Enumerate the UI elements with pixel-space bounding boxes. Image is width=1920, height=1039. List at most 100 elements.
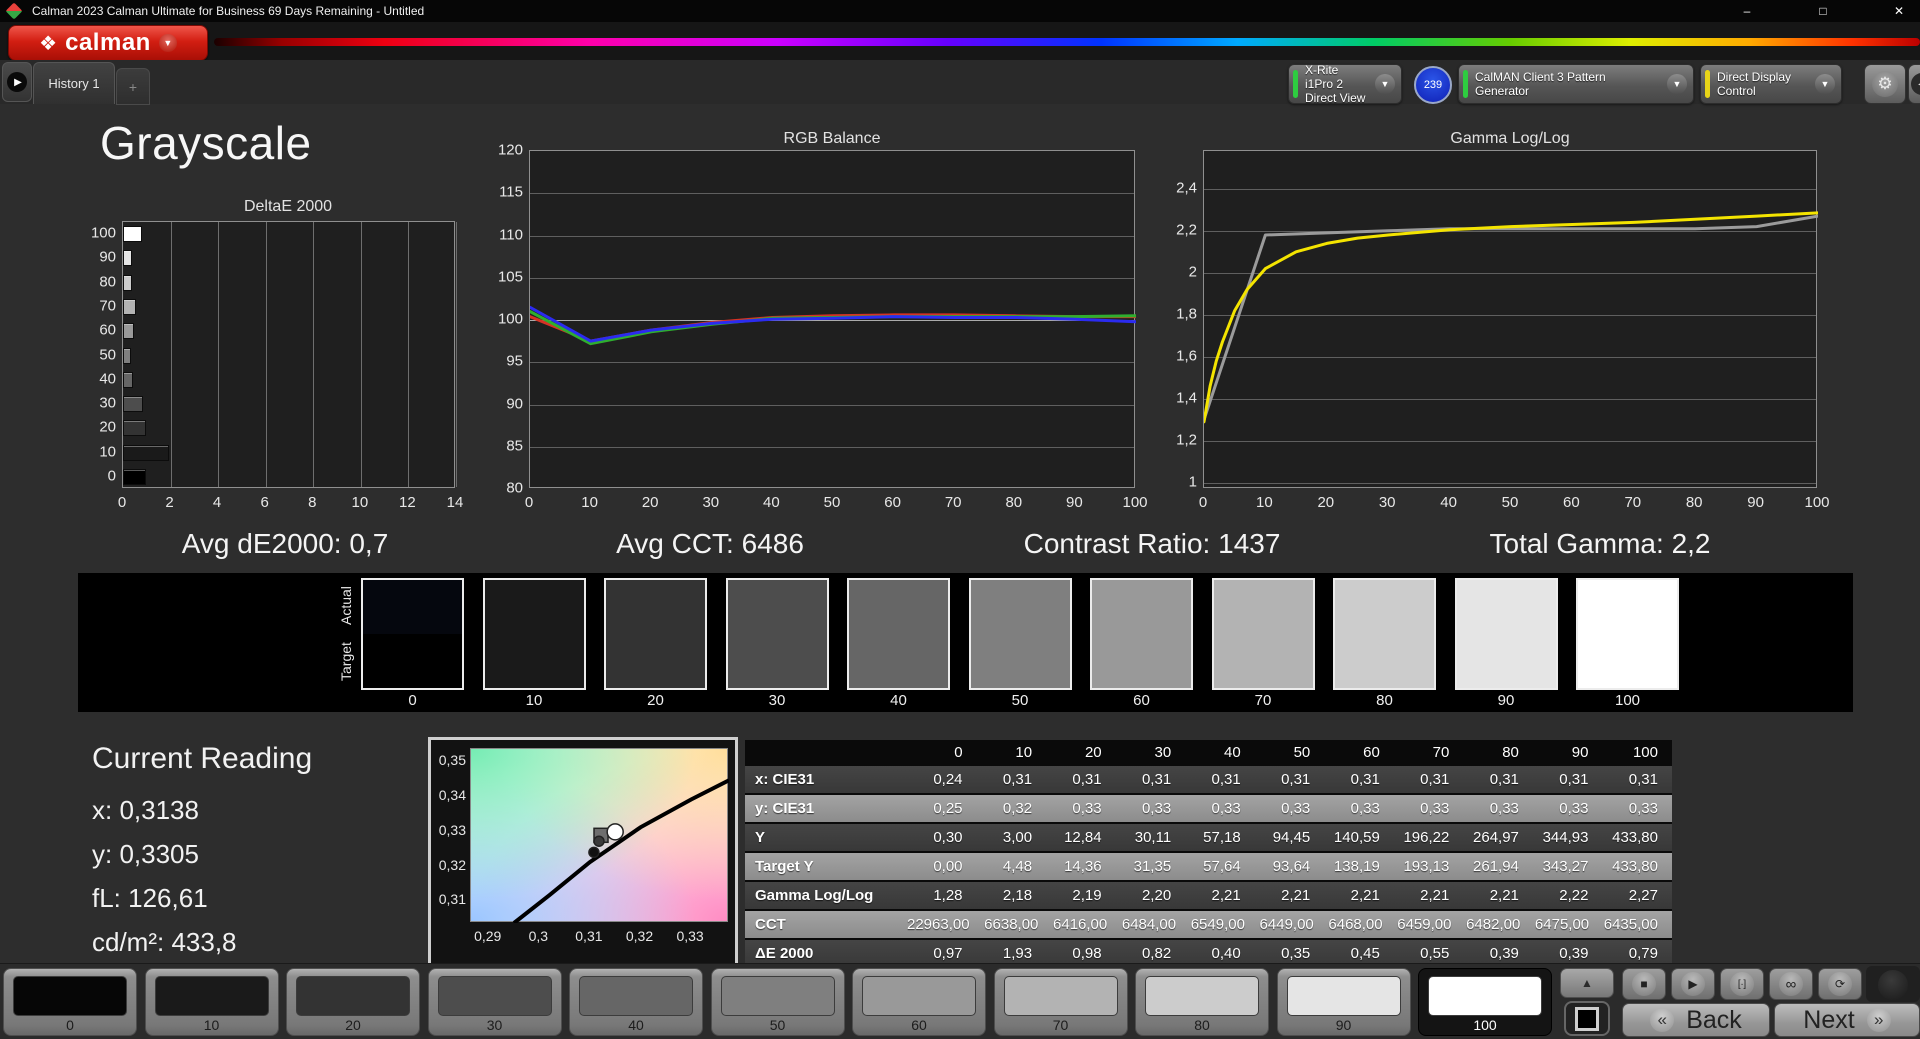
pattern-tile-label: 50 bbox=[769, 1017, 786, 1033]
summary-stat-0: Avg dE2000: 0,7 bbox=[181, 528, 389, 559]
continuous-measure-icon: ∞ bbox=[1779, 972, 1803, 996]
gamma-plot-x-tick-label: 40 bbox=[1440, 494, 1457, 511]
gridline bbox=[218, 222, 220, 487]
table-cell: 6549,00 bbox=[1190, 916, 1245, 933]
deltae-tick-label: 30 bbox=[99, 394, 116, 412]
pattern-generator-dropdown[interactable]: CalMAN Client 3 Pattern Generator ▼ bbox=[1458, 64, 1694, 104]
swatch-level-label: 70 bbox=[1254, 692, 1272, 709]
layout-expand-button[interactable]: ▶ bbox=[2, 62, 32, 102]
refresh-button[interactable]: ⟳ bbox=[1818, 968, 1862, 1000]
deltae-tick-label: 40 bbox=[99, 370, 116, 388]
rgb-plot-y-tick-label: 80 bbox=[506, 479, 523, 497]
display-control-name: Direct Display Control bbox=[1717, 70, 1792, 98]
swatch-target bbox=[484, 634, 584, 688]
table-cell: 0,82 bbox=[1141, 945, 1172, 962]
continuous-measure-button[interactable]: ∞ bbox=[1769, 968, 1813, 1000]
record-icon bbox=[1878, 970, 1908, 1000]
logo-row: ❖ calman ▼ bbox=[0, 22, 1920, 61]
titlebar: Calman 2023 Calman Ultimate for Business… bbox=[0, 0, 1920, 22]
gamma-plot-y-tick-label: 2 bbox=[1188, 263, 1197, 281]
table-cell: 2,21 bbox=[1420, 887, 1450, 904]
deltae-bar-70 bbox=[123, 299, 137, 315]
pattern-tile-20[interactable]: 20 bbox=[286, 968, 420, 1036]
gamma-plot-y-tick-label: 1,6 bbox=[1176, 347, 1197, 365]
next-button[interactable]: Next » bbox=[1774, 1003, 1920, 1037]
settings-button[interactable]: ⚙ bbox=[1864, 64, 1906, 104]
pattern-tile-label: 0 bbox=[66, 1017, 74, 1033]
grayscale-swatch-90 bbox=[1454, 578, 1558, 690]
pattern-tile-100[interactable]: 100 bbox=[1418, 968, 1552, 1036]
gridline bbox=[265, 222, 267, 487]
pattern-tile-40[interactable]: 40 bbox=[569, 968, 703, 1036]
chevron-down-icon: ▼ bbox=[1375, 74, 1395, 94]
pattern-tile-90[interactable]: 90 bbox=[1276, 968, 1411, 1036]
single-measure-button[interactable]: [∙] bbox=[1720, 968, 1764, 1000]
pattern-tile-50[interactable]: 50 bbox=[710, 968, 845, 1036]
back-label: Back bbox=[1686, 1005, 1742, 1034]
window-pattern-button[interactable] bbox=[1564, 1001, 1610, 1036]
table-cell: 138,19 bbox=[1333, 858, 1380, 875]
pattern-tile-10[interactable]: 10 bbox=[144, 968, 279, 1036]
rgb-plot-x-tick-label: 40 bbox=[763, 494, 780, 511]
close-button[interactable]: ✕ bbox=[1884, 4, 1914, 18]
table-cell: 0,25 bbox=[933, 800, 963, 817]
play-icon: ▶ bbox=[1681, 972, 1705, 996]
deltae-bar-60 bbox=[123, 323, 134, 340]
next-label: Next bbox=[1803, 1005, 1855, 1034]
meter-dropdown[interactable]: X-Rite i1Pro 2 Direct View ▼ bbox=[1288, 63, 1402, 105]
table-cell: 2,21 bbox=[1281, 887, 1311, 904]
gamma-plot-x-tick-label: 10 bbox=[1256, 494, 1273, 511]
swatch-level-label: 40 bbox=[890, 692, 907, 709]
pattern-tile-70[interactable]: 70 bbox=[993, 968, 1128, 1036]
swatch-level-label: 90 bbox=[1497, 692, 1515, 709]
cie-point-current-circle bbox=[606, 823, 624, 841]
table-cell: 0,35 bbox=[1281, 945, 1311, 962]
table-cell: 0,33 bbox=[1072, 800, 1102, 817]
play-button[interactable]: ▶ bbox=[1671, 968, 1715, 1000]
deltae-bar-90 bbox=[123, 250, 133, 267]
stop-button[interactable]: ■ bbox=[1622, 968, 1666, 1000]
table-cell: 0,98 bbox=[1072, 945, 1102, 962]
deltae-tick-label: 50 bbox=[99, 346, 116, 363]
grayscale-swatch-60 bbox=[1090, 578, 1193, 690]
minimize-button[interactable]: – bbox=[1732, 4, 1762, 18]
pattern-tile-60[interactable]: 60 bbox=[852, 968, 986, 1036]
table-cell: 57,64 bbox=[1203, 858, 1241, 875]
cie-y-tick-label: 0,33 bbox=[438, 821, 466, 838]
swatch-target bbox=[1456, 634, 1556, 688]
pattern-tile-30[interactable]: 30 bbox=[427, 968, 562, 1036]
table-cell: 140,59 bbox=[1333, 829, 1380, 846]
add-tab-button[interactable]: + bbox=[116, 68, 150, 105]
calman-menu-button[interactable]: ❖ calman ▼ bbox=[8, 25, 208, 61]
current-reading-y: y: 0,3305 bbox=[92, 839, 199, 869]
gamma-plot-y-tick-label: 1,4 bbox=[1176, 389, 1197, 407]
table-column-header: 80 bbox=[1502, 743, 1519, 761]
back-button[interactable]: « Back bbox=[1622, 1003, 1770, 1037]
table-cell: 0,33 bbox=[1350, 800, 1380, 817]
summary-stat-2: Contrast Ratio: 1437 bbox=[1023, 528, 1281, 559]
tab-history-1[interactable]: History 1 bbox=[33, 62, 115, 104]
pattern-tile-swatch bbox=[296, 976, 410, 1016]
swatch-actual bbox=[727, 580, 827, 634]
table-cell: 14,36 bbox=[1064, 858, 1102, 875]
cie-x-tick-label: 0,31 bbox=[575, 928, 603, 944]
pattern-tile-label: 90 bbox=[1335, 1017, 1352, 1033]
pattern-tile-80[interactable]: 80 bbox=[1135, 968, 1269, 1036]
collapse-panel-button[interactable]: ◀ bbox=[1908, 64, 1920, 104]
deltae-tick-label: 0 bbox=[107, 467, 116, 485]
table-cell: 6484,00 bbox=[1121, 916, 1177, 933]
table-cell: 6449,00 bbox=[1259, 916, 1314, 933]
table-cell: 0,33 bbox=[1141, 800, 1172, 817]
table-cell: 0,24 bbox=[933, 771, 963, 788]
table-cell: 0,33 bbox=[1489, 800, 1519, 817]
gamma-plot-x-tick-label: 60 bbox=[1563, 494, 1580, 511]
level-up-button[interactable]: ▲ bbox=[1560, 968, 1614, 998]
pattern-tile-0[interactable]: 0 bbox=[3, 968, 137, 1036]
maximize-button[interactable]: □ bbox=[1808, 4, 1838, 18]
meter-count-badge[interactable]: 239 bbox=[1414, 66, 1452, 104]
table-cell: 3,00 bbox=[1002, 829, 1033, 846]
table-column-header: 0 bbox=[954, 743, 963, 761]
grayscale-swatch-30 bbox=[725, 578, 829, 690]
table-cell: 0,31 bbox=[1489, 771, 1519, 788]
display-control-dropdown[interactable]: Direct Display Control ▼ bbox=[1700, 64, 1842, 104]
